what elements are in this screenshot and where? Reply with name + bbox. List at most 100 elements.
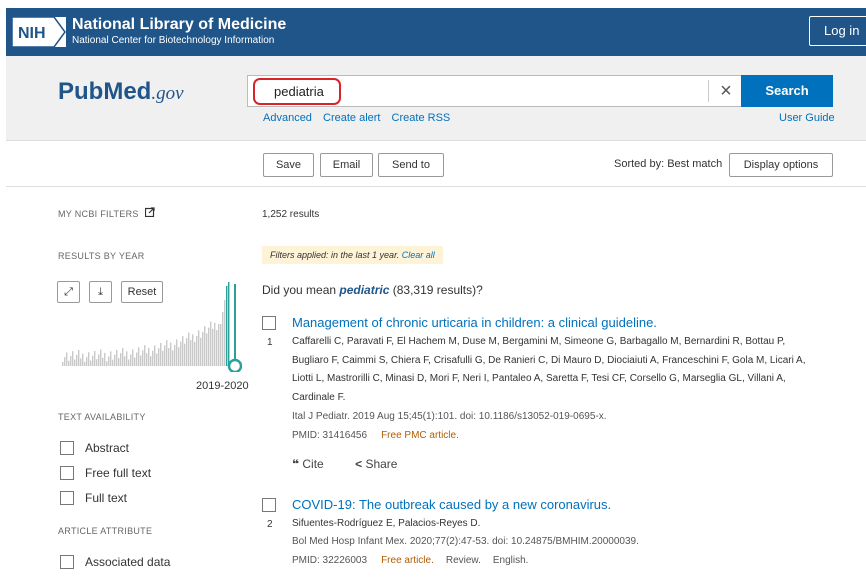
histogram-bar (106, 361, 108, 366)
results-count: 1,252 results (262, 209, 320, 220)
search-region: PubMed.gov × Search Advanced Create aler… (6, 56, 866, 141)
share-label: Share (365, 457, 398, 471)
histogram-bar (190, 340, 192, 366)
abstract-label[interactable]: Abstract (85, 441, 129, 455)
histogram-bar (206, 333, 208, 366)
histogram-bar (208, 327, 210, 366)
histogram-bars (62, 282, 230, 366)
result-2-pmid: PMID: 32226003 (292, 555, 368, 566)
histogram-bar (84, 361, 86, 366)
login-button[interactable]: Log in (809, 16, 866, 46)
result-1-title[interactable]: Management of chronic urticaria in child… (292, 315, 657, 330)
pubmed-logo[interactable]: PubMed.gov (58, 78, 184, 112)
share-button[interactable]: < Share (355, 457, 411, 471)
result-1-pmid-row: PMID: 31416456 Free PMC article. (292, 430, 459, 441)
histogram-bar (86, 357, 88, 366)
year-range-label: 2019-2020 (196, 380, 249, 392)
histogram-bar (132, 349, 134, 366)
email-button[interactable]: Email (320, 153, 373, 177)
histogram-bar (210, 321, 212, 366)
histogram-bar (150, 356, 152, 366)
create-alert-link[interactable]: Create alert (323, 112, 380, 124)
histogram-bar (148, 348, 150, 366)
clear-search-icon[interactable]: × (713, 80, 739, 102)
histogram-bar (128, 359, 130, 366)
result-number: 2 (267, 519, 273, 530)
histogram-bar (180, 341, 182, 366)
nih-logo[interactable]: NIH (12, 17, 66, 47)
did-you-mean-term[interactable]: pediatric (339, 283, 389, 297)
create-rss-link[interactable]: Create RSS (392, 112, 451, 124)
histogram-bar (66, 352, 68, 366)
result-1-checkbox[interactable] (262, 316, 276, 330)
sort-label[interactable]: Sorted by: Best match (614, 158, 722, 170)
result-2-checkbox[interactable] (262, 498, 276, 512)
result-1-free-article[interactable]: Free PMC article. (381, 430, 459, 441)
histogram-bar (158, 348, 160, 366)
histogram-bar (102, 357, 104, 366)
histogram-bar (96, 359, 98, 366)
histogram-bar (78, 349, 80, 366)
save-button[interactable]: Save (263, 153, 314, 177)
histogram-bar (212, 328, 214, 366)
histogram-bar (176, 339, 178, 366)
send-to-button[interactable]: Send to (378, 153, 444, 177)
full-text-label[interactable]: Full text (85, 491, 127, 505)
nlm-title[interactable]: National Library of Medicine (72, 16, 286, 34)
histogram-bar (100, 349, 102, 366)
histogram-bar (156, 353, 158, 366)
histogram-bar (124, 356, 126, 366)
search-sublinks: Advanced Create alert Create RSS (263, 112, 458, 124)
histogram-bar (214, 322, 216, 366)
histogram-bar (194, 341, 196, 366)
clear-all-link[interactable]: Clear all (402, 250, 435, 260)
histogram-bar (162, 350, 164, 366)
cite-button[interactable]: ❝ Cite (292, 457, 338, 471)
histogram-bar (104, 352, 106, 366)
result-2-free-article[interactable]: Free article. (381, 555, 434, 566)
share-icon: < (355, 457, 363, 471)
year-slider-handle[interactable] (227, 358, 242, 372)
associated-data-checkbox[interactable] (60, 555, 74, 569)
full-text-checkbox[interactable] (60, 491, 74, 505)
associated-data-label[interactable]: Associated data (85, 555, 170, 569)
results-by-year-histogram[interactable] (60, 282, 242, 372)
search-divider (708, 80, 709, 102)
histogram-bar (226, 286, 228, 366)
advanced-link[interactable]: Advanced (263, 112, 312, 124)
results-by-year-label: RESULTS BY YEAR (58, 251, 145, 261)
histogram-bar (62, 362, 64, 366)
histogram-bar (142, 350, 144, 366)
histogram-bar (196, 336, 198, 366)
histogram-bar (92, 355, 94, 366)
histogram-bar (220, 324, 222, 366)
histogram-bar (108, 356, 110, 366)
filters-applied-banner: Filters applied: in the last 1 year. Cle… (262, 246, 443, 264)
histogram-bar (178, 347, 180, 366)
display-options-button[interactable]: Display options (729, 153, 833, 177)
result-2-language-tag: English. (492, 555, 529, 566)
histogram-bar (130, 354, 132, 366)
histogram-bar (168, 347, 170, 366)
pubmed-logo-pub: Pub (58, 78, 104, 105)
histogram-bar (72, 351, 74, 366)
my-ncbi-filters-label[interactable]: MY NCBI FILTERS (58, 209, 139, 219)
histogram-bar (70, 355, 72, 366)
search-box: × (247, 75, 742, 107)
cite-label: Cite (302, 457, 324, 471)
result-2-title[interactable]: COVID-19: The outbreak caused by a new c… (292, 497, 611, 512)
free-full-text-checkbox[interactable] (60, 466, 74, 480)
histogram-bar (82, 353, 84, 366)
nih-header: NIH National Library of Medicine Nationa… (6, 8, 866, 56)
abstract-checkbox[interactable] (60, 441, 74, 455)
user-guide-link[interactable]: User Guide (779, 112, 835, 124)
histogram-bar (140, 355, 142, 366)
search-input[interactable] (248, 76, 708, 106)
ncbi-subtitle[interactable]: National Center for Biotechnology Inform… (72, 35, 274, 46)
histogram-bar (90, 360, 92, 366)
histogram-bar (174, 344, 176, 366)
external-link-icon[interactable] (145, 207, 155, 217)
histogram-bar (154, 345, 156, 366)
search-button[interactable]: Search (741, 75, 833, 107)
free-full-text-label[interactable]: Free full text (85, 466, 151, 480)
